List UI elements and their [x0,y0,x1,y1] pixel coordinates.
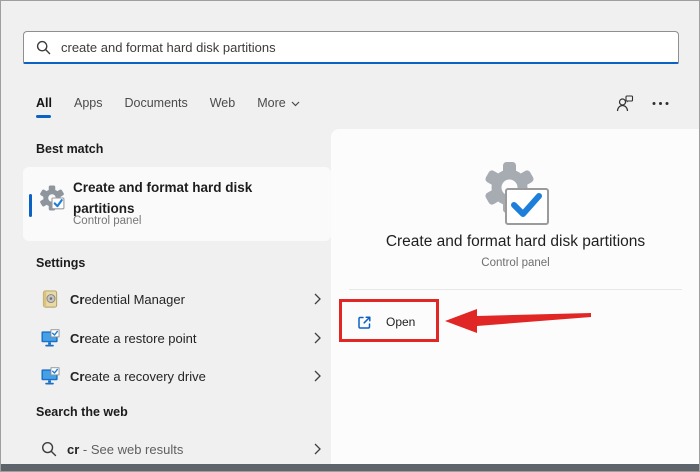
tab-all[interactable]: All [36,96,52,110]
divider [349,289,682,290]
tab-more[interactable]: More [257,96,299,110]
open-external-icon [357,315,372,330]
gear-with-check-icon [39,185,65,211]
result-see-web-results[interactable]: cr - See web results [23,430,331,468]
settings-header: Settings [36,256,85,270]
account-icon[interactable] [615,94,634,113]
best-match-header: Best match [36,142,103,156]
open-button[interactable]: Open [347,307,425,337]
chevron-right-icon [314,443,321,455]
search-tabs: All Apps Documents Web More [36,89,669,117]
ellipsis-icon[interactable] [652,101,669,106]
result-create-recovery-drive[interactable]: Create a recovery drive [23,357,331,395]
windows-search-flyout: create and format hard disk partitions A… [0,0,700,472]
best-match-title: Create and format hard disk partitions [73,178,313,220]
safe-icon [41,290,60,309]
open-button-label: Open [386,315,415,329]
result-label: Credential Manager [70,292,185,307]
best-match-subtitle: Control panel [73,215,141,227]
preview-title: Create and format hard disk partitions [331,233,700,251]
result-create-restore-point[interactable]: Create a restore point [23,319,331,357]
tab-apps[interactable]: Apps [74,96,103,110]
chevron-down-icon [291,96,300,110]
tab-documents[interactable]: Documents [124,96,187,110]
preview-subtitle: Control panel [331,257,700,269]
tab-all-underline [36,115,51,118]
chevron-right-icon [314,370,321,382]
search-icon [41,441,57,457]
preview-panel: Create and format hard disk partitions C… [331,129,700,466]
gear-with-check-icon [481,159,551,225]
best-match-result[interactable]: Create and format hard disk partitions C… [23,167,331,241]
result-label: Create a recovery drive [70,369,206,384]
search-query-text: create and format hard disk partitions [61,40,276,55]
result-credential-manager[interactable]: Credential Manager [23,280,331,318]
monitor-with-check-icon [41,367,60,386]
selection-accent-bar [29,194,32,217]
search-icon [36,40,51,55]
window-bottom-edge [1,464,699,471]
chevron-right-icon [314,293,321,305]
search-web-header: Search the web [36,405,128,419]
monitor-with-check-icon [41,329,60,348]
chevron-right-icon [314,332,321,344]
result-label: cr - See web results [67,442,183,457]
tab-web[interactable]: Web [210,96,235,110]
search-input[interactable]: create and format hard disk partitions [23,31,679,64]
result-label: Create a restore point [70,331,196,346]
